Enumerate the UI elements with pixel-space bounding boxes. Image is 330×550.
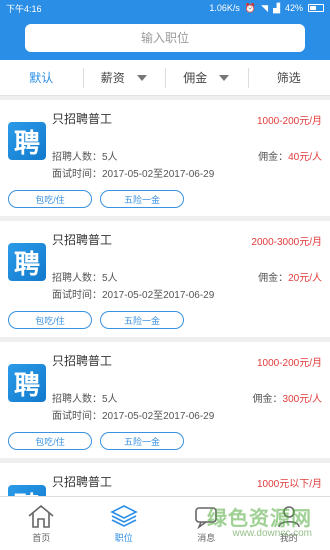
job-date: 面试时间：2017-05-02至2017-06-29	[52, 165, 214, 180]
job-logo: 聘	[8, 122, 46, 160]
commission-value: 20元/人	[288, 273, 322, 284]
filter-commission[interactable]: 佣金	[165, 60, 248, 95]
job-title: 只招聘普工	[52, 112, 113, 126]
tab-home[interactable]: 首页	[0, 497, 83, 550]
filter-label: 默认	[29, 71, 54, 85]
job-count: 招聘人数：5人	[52, 269, 118, 284]
status-bar: 下午4:16 1.06K/s ⏰ ◥ ▟ 42%	[0, 0, 330, 16]
job-date: 面试时间：2017-05-02至2017-06-29	[52, 286, 214, 301]
layers-icon	[109, 505, 138, 527]
tag-food-housing[interactable]: 包吃/住	[8, 190, 92, 208]
message-icon	[195, 507, 218, 529]
wifi-icon: ◥	[261, 2, 269, 13]
count-label: 招聘人数：	[52, 152, 102, 163]
search-input[interactable]	[25, 24, 305, 52]
commission-label: 佣金：	[258, 152, 289, 163]
dropdown-triangle-icon	[219, 74, 230, 81]
job-title: 只招聘普工	[52, 233, 113, 247]
tag-insurance[interactable]: 五险一金	[100, 311, 184, 329]
commission-label: 佣金：	[258, 273, 289, 284]
commission-value: 300元/人	[282, 394, 322, 405]
job-tags: 包吃/住 五险一金	[8, 432, 184, 450]
commission-value: 40元/人	[288, 152, 322, 163]
job-commission: 佣金：40元/人	[258, 148, 322, 163]
tab-jobs[interactable]: 职位	[83, 497, 166, 550]
job-date: 面试时间：2017-05-02至2017-06-29	[52, 407, 214, 422]
job-logo: 聘	[8, 243, 46, 281]
tab-profile[interactable]: 我的	[248, 497, 330, 550]
alarm-icon: ⏰	[244, 2, 257, 13]
status-time: 下午4:16	[6, 3, 42, 14]
filter-label: 薪资	[100, 71, 125, 85]
job-count: 招聘人数：5人	[52, 390, 118, 405]
battery-icon	[308, 4, 324, 12]
date-label: 面试时间：	[52, 169, 102, 180]
count-value: 5人	[102, 152, 118, 163]
home-icon	[28, 504, 54, 528]
tab-label: 职位	[114, 533, 133, 543]
job-salary: 1000-200元/月	[256, 358, 322, 369]
tag-insurance[interactable]: 五险一金	[100, 190, 184, 208]
tag-insurance[interactable]: 五险一金	[100, 432, 184, 450]
tab-messages[interactable]: 消息	[165, 497, 248, 550]
job-logo: 聘	[8, 364, 46, 402]
network-speed: 1.06K/s	[209, 3, 240, 13]
filter-label: 筛选	[276, 71, 301, 85]
count-label: 招聘人数：	[52, 273, 102, 284]
job-card[interactable]: 聘 只招聘普工 1000-200元/月 招聘人数：5人 佣金：300元/人 面试…	[0, 342, 330, 458]
job-salary: 1000-200元/月	[256, 116, 322, 127]
count-label: 招聘人数：	[52, 394, 102, 405]
job-title: 只招聘普工	[52, 475, 113, 489]
commission-label: 佣金：	[252, 394, 283, 405]
tab-label: 首页	[32, 533, 51, 543]
date-value: 2017-05-02至2017-06-29	[102, 411, 215, 422]
user-icon	[277, 506, 300, 528]
job-title: 只招聘普工	[52, 354, 113, 368]
filter-default[interactable]: 默认	[0, 60, 83, 95]
job-card[interactable]: 聘 只招聘普工 1000-200元/月 招聘人数：5人 佣金：40元/人 面试时…	[0, 100, 330, 216]
count-value: 5人	[102, 394, 118, 405]
header	[0, 16, 330, 60]
job-list: 聘 只招聘普工 1000-200元/月 招聘人数：5人 佣金：40元/人 面试时…	[0, 100, 330, 496]
battery-percent: 42%	[284, 3, 303, 13]
date-label: 面试时间：	[52, 290, 102, 301]
date-value: 2017-05-02至2017-06-29	[102, 169, 215, 180]
job-card[interactable]: 聘 只招聘普工 2000-3000元/月 招聘人数：5人 佣金：20元/人 面试…	[0, 221, 330, 337]
date-value: 2017-05-02至2017-06-29	[102, 290, 215, 301]
filter-bar: 默认 薪资 佣金 筛选	[0, 60, 330, 96]
job-salary: 1000元以下/月	[256, 479, 322, 490]
signal-icon: ▟	[273, 2, 280, 13]
filter-label: 佣金	[183, 71, 208, 85]
tab-label: 我的	[279, 533, 298, 543]
tag-food-housing[interactable]: 包吃/住	[8, 311, 92, 329]
dropdown-triangle-icon	[136, 74, 147, 81]
filter-screen[interactable]: 筛选	[247, 60, 330, 95]
job-salary: 2000-3000元/月	[251, 237, 322, 248]
job-commission: 佣金：300元/人	[253, 390, 322, 405]
job-tags: 包吃/住 五险一金	[8, 190, 184, 208]
date-label: 面试时间：	[52, 411, 102, 422]
bottom-tab-bar: 首页 职位 消息 我的	[0, 496, 330, 550]
filter-salary[interactable]: 薪资	[82, 60, 166, 95]
job-count: 招聘人数：5人	[52, 148, 118, 163]
tag-food-housing[interactable]: 包吃/住	[8, 432, 92, 450]
tab-label: 消息	[197, 533, 216, 543]
job-logo: 聘	[8, 485, 46, 496]
job-tags: 包吃/住 五险一金	[8, 311, 184, 329]
job-commission: 佣金：20元/人	[258, 269, 322, 284]
job-card[interactable]: 聘 只招聘普工 1000元以下/月	[0, 463, 330, 496]
count-value: 5人	[102, 273, 118, 284]
